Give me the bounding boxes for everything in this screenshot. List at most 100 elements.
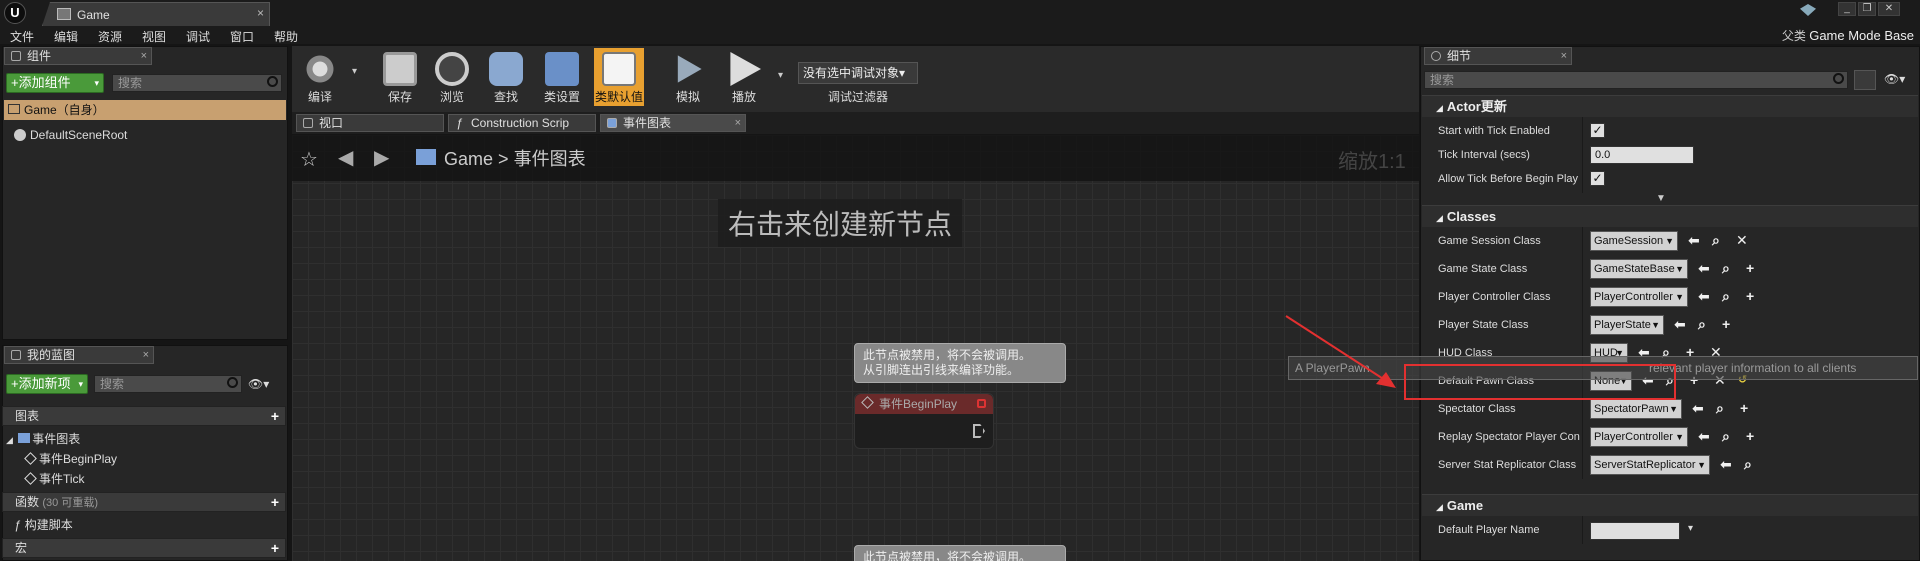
tick-enabled-checkbox[interactable]: ✓ [1590, 123, 1605, 138]
menu-view[interactable]: 视图 [142, 28, 166, 45]
class-select[interactable]: ServerStatReplicator ▼ [1590, 455, 1710, 475]
compile-button[interactable]: 编译 [298, 48, 342, 106]
save-button[interactable]: 保存 [378, 48, 422, 106]
category-game[interactable]: ◢ Game [1422, 494, 1918, 516]
parent-class-link[interactable]: Game Mode Base [1809, 28, 1914, 43]
breadcrumb-root[interactable]: Game [444, 149, 493, 169]
menu-file[interactable]: 文件 [10, 28, 34, 45]
dropdown-arrow-icon[interactable]: ▾ [1688, 523, 1693, 534]
class-select[interactable]: PlayerController ▼ [1590, 287, 1688, 307]
add-new-button[interactable]: +添加新项 ▾ [6, 374, 88, 394]
menu-window[interactable]: 窗口 [230, 28, 254, 45]
class-select[interactable]: PlayerController ▼ [1590, 427, 1688, 447]
back-arrow-icon[interactable]: ◀ [338, 145, 353, 170]
my-blueprint-search-input[interactable]: 搜索 [94, 375, 242, 393]
add-component-button[interactable]: +添加组件 ▾ [6, 73, 104, 93]
back-arrow-icon[interactable]: ⬅ [1698, 260, 1710, 276]
tree-item-event-tick[interactable]: 事件Tick [24, 470, 85, 488]
simulate-button[interactable]: 模拟 [666, 48, 710, 106]
functions-section-header[interactable]: 函数 (30 可重载) + [2, 492, 286, 512]
component-row-default-scene-root[interactable]: DefaultSceneRoot [14, 126, 127, 144]
close-icon[interactable]: × [141, 48, 147, 64]
menu-edit[interactable]: 编辑 [54, 28, 78, 45]
details-search-input[interactable]: 搜索 [1424, 71, 1848, 89]
browse-icon[interactable]: ⌕ [1698, 316, 1706, 332]
tab-construction-script[interactable]: ƒ Construction Scrip [448, 114, 596, 132]
back-arrow-icon[interactable]: ⬅ [1688, 232, 1700, 248]
macros-section-header[interactable]: 宏 + [2, 538, 286, 558]
close-icon[interactable]: × [257, 6, 264, 20]
tree-item-event-beginplay[interactable]: 事件BeginPlay [24, 450, 117, 468]
add-icon[interactable]: + [1746, 428, 1754, 444]
close-icon[interactable]: × [1561, 48, 1567, 64]
maximize-button[interactable]: ❐ [1858, 2, 1876, 16]
category-classes[interactable]: ◢ Classes [1422, 205, 1918, 227]
tab-event-graph[interactable]: 事件图表 × [600, 114, 746, 132]
browse-icon[interactable]: ⌕ [1744, 456, 1752, 472]
back-arrow-icon[interactable]: ⬅ [1720, 456, 1732, 472]
class-select[interactable]: GameSession ▼ [1590, 231, 1678, 251]
browse-icon[interactable]: ⌕ [1716, 400, 1724, 416]
play-options-dropdown[interactable]: ▾ [778, 70, 783, 81]
add-icon[interactable]: + [1746, 288, 1754, 304]
play-button[interactable]: 播放 [722, 48, 766, 106]
category-actor-tick[interactable]: ◢ Actor更新 [1422, 95, 1918, 117]
document-tab-game[interactable]: Game × [42, 2, 270, 26]
tree-item-event-graph[interactable]: ◢ 事件图表 [6, 430, 80, 448]
close-icon[interactable]: × [735, 115, 741, 131]
eye-visibility-icon[interactable]: 👁▾ [248, 377, 269, 391]
menu-debug[interactable]: 调试 [186, 28, 210, 45]
add-function-icon[interactable]: + [271, 495, 279, 509]
event-graph-canvas[interactable]: ☆ ◀ ▶ Game > 事件图表 缩放1:1 右击来创建新节点 此节点被禁用，… [292, 135, 1419, 561]
back-arrow-icon[interactable]: ⬅ [1698, 288, 1710, 304]
add-graph-icon[interactable]: + [271, 409, 279, 423]
graphs-section-header[interactable]: 图表 + [2, 406, 286, 426]
exec-pin-icon[interactable] [973, 424, 985, 438]
back-arrow-icon[interactable]: ⬅ [1674, 316, 1686, 332]
tree-item-construction-script[interactable]: ƒ 构建脚本 [14, 516, 73, 534]
forward-arrow-icon[interactable]: ▶ [374, 145, 389, 170]
minimize-button[interactable]: _ [1838, 2, 1856, 16]
class-select[interactable]: GameStateBase ▼ [1590, 259, 1688, 279]
clear-icon[interactable]: ✕ [1736, 232, 1748, 248]
favorite-star-icon[interactable]: ☆ [300, 147, 318, 172]
add-icon[interactable]: + [1740, 400, 1748, 416]
disabled-node-tooltip: 此节点被禁用，将不会被调用。 从引脚连出引线来编译功能。 [854, 343, 1066, 383]
debug-object-select[interactable]: 没有选中调试对象▾ [798, 62, 918, 84]
add-macro-icon[interactable]: + [271, 541, 279, 555]
browse-icon[interactable]: ⌕ [1722, 260, 1730, 276]
back-arrow-icon[interactable]: ⬅ [1692, 400, 1704, 416]
browse-icon[interactable]: ⌕ [1722, 428, 1730, 444]
output-delegate-pin-icon[interactable] [977, 399, 986, 408]
close-icon[interactable]: × [143, 347, 149, 363]
details-tab[interactable]: 细节 × [1424, 47, 1572, 65]
eye-visibility-icon[interactable]: 👁▾ [1884, 72, 1905, 86]
browse-icon[interactable]: ⌕ [1722, 288, 1730, 304]
compile-options-dropdown[interactable]: ▾ [352, 66, 357, 77]
allow-tick-checkbox[interactable]: ✓ [1590, 171, 1605, 186]
menu-asset[interactable]: 资源 [98, 28, 122, 45]
node-event-beginplay[interactable]: 事件BeginPlay [854, 393, 994, 449]
class-defaults-button[interactable]: 类默认值 [594, 48, 644, 106]
class-select[interactable]: SpectatorPawn ▼ [1590, 399, 1682, 419]
add-icon[interactable]: + [1746, 260, 1754, 276]
components-tab[interactable]: 组件 × [4, 47, 152, 65]
unreal-logo-icon[interactable]: U [4, 2, 26, 24]
my-blueprint-tab[interactable]: 我的蓝图 × [4, 346, 154, 364]
browse-icon[interactable]: ⌕ [1712, 232, 1720, 248]
tab-viewport[interactable]: 视口 [296, 114, 444, 132]
component-row-self[interactable]: Game（自身） [4, 100, 286, 120]
player-name-input[interactable] [1590, 522, 1680, 540]
back-arrow-icon[interactable]: ⬅ [1698, 428, 1710, 444]
class-select[interactable]: PlayerState ▼ [1590, 315, 1664, 335]
class-settings-button[interactable]: 类设置 [540, 48, 584, 106]
add-icon[interactable]: + [1722, 316, 1730, 332]
find-button[interactable]: 查找 [484, 48, 528, 106]
advanced-expand-icon[interactable]: ▼ [1656, 193, 1666, 204]
property-matrix-icon[interactable] [1854, 70, 1876, 90]
tick-interval-input[interactable]: 0.0 [1590, 146, 1694, 164]
menu-help[interactable]: 帮助 [274, 28, 298, 45]
components-search-input[interactable]: 搜索 [112, 74, 282, 92]
close-window-button[interactable]: ✕ [1878, 2, 1900, 16]
browse-button[interactable]: 浏览 [430, 48, 474, 106]
